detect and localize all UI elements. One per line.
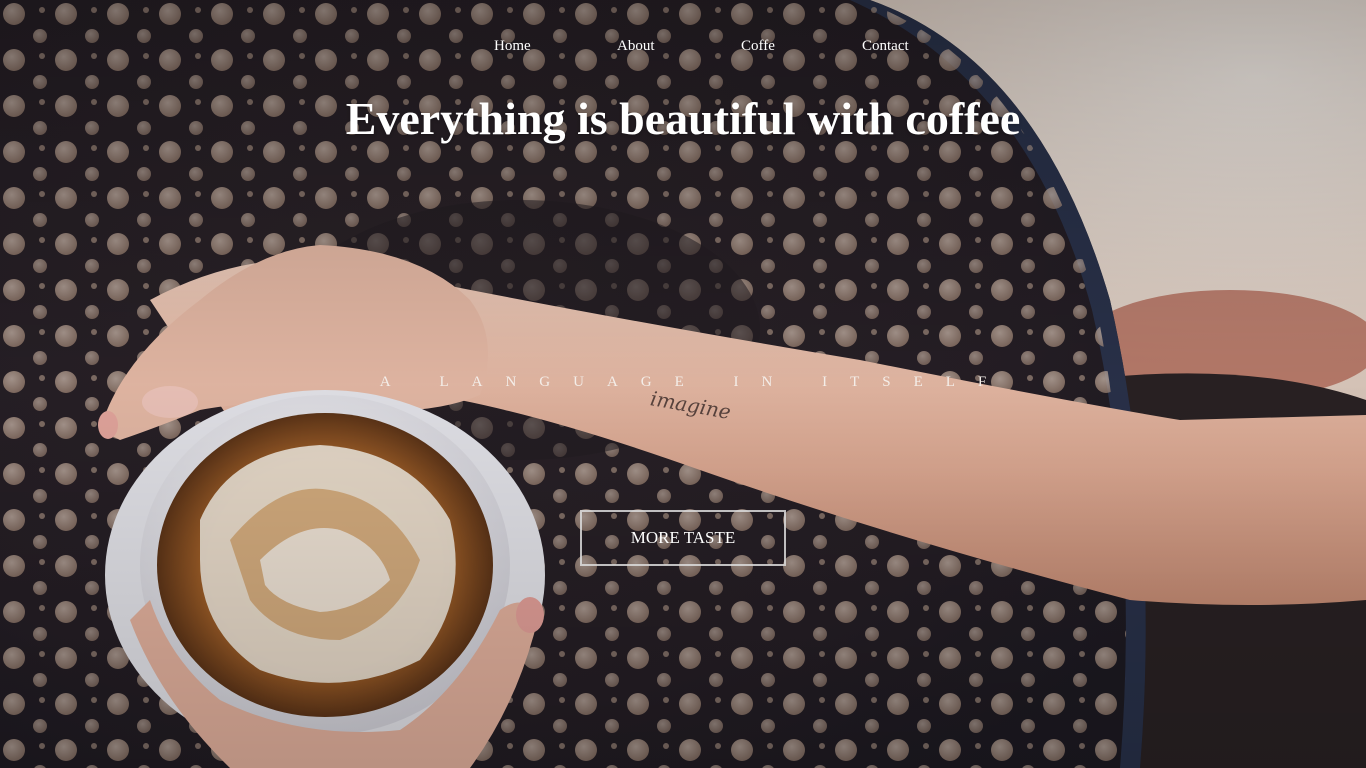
nav-link-coffe[interactable]: Coffe [741,38,775,55]
nav-link-about[interactable]: About [617,38,655,55]
more-taste-button[interactable]: MORE TASTE [580,510,786,566]
nav-link-contact[interactable]: Contact [862,38,909,55]
main-navigation: Home About Coffe Contact [0,38,1366,62]
hero-section: imagine Home About Coffe Contact Everyth… [0,0,1366,768]
hero-headline: Everything is beautiful with coffee [345,93,1021,144]
nav-link-home[interactable]: Home [494,38,531,55]
hero-tagline: A LANGUAGE IN ITSELF [379,374,1010,390]
more-taste-button-label: MORE TASTE [630,528,736,547]
